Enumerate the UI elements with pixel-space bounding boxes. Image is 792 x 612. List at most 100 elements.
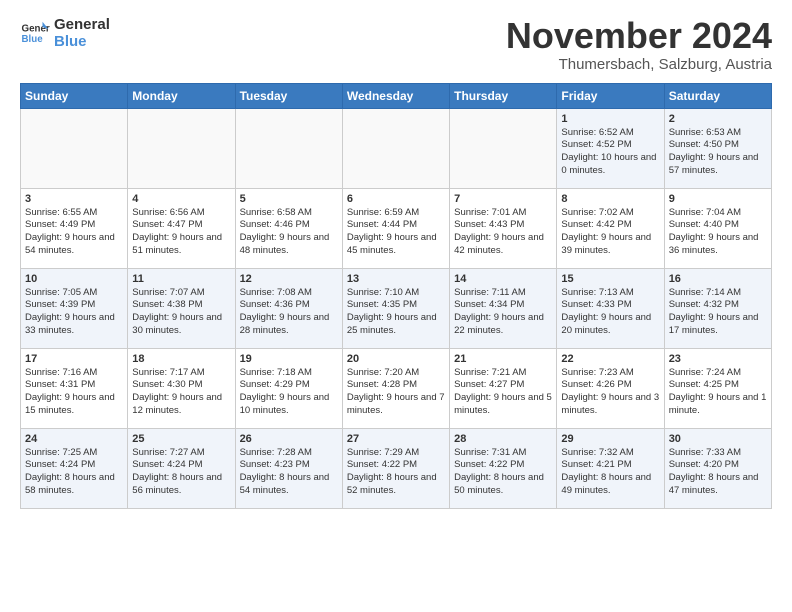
page: General Blue General Blue November 2024 … [0, 0, 792, 519]
day-number: 24 [25, 433, 123, 445]
day-info: Sunrise: 7:10 AM Sunset: 4:35 PM Dayligh… [347, 287, 445, 338]
header-cell-tuesday: Tuesday [235, 83, 342, 108]
day-number: 16 [669, 273, 767, 285]
day-cell: 21 Sunrise: 7:21 AM Sunset: 4:27 PM Dayli… [450, 348, 557, 428]
day-cell: 30 Sunrise: 7:33 AM Sunset: 4:20 PM Dayli… [664, 428, 771, 508]
day-number: 11 [132, 273, 230, 285]
day-cell: 20Sunrise: 7:20 AM Sunset: 4:28 PM Dayli… [342, 348, 449, 428]
day-number: 22 [561, 353, 659, 365]
week-row-3: 10Sunrise: 7:05 AM Sunset: 4:39 PM Dayli… [21, 268, 772, 348]
day-cell: 10Sunrise: 7:05 AM Sunset: 4:39 PM Dayli… [21, 268, 128, 348]
day-cell: 27 Sunrise: 7:29 AM Sunset: 4:22 PM Dayli… [342, 428, 449, 508]
day-info: Sunrise: 7:32 AM Sunset: 4:21 PM Dayligh… [561, 447, 659, 498]
calendar-body: 1 Sunrise: 6:52 AM Sunset: 4:52 PM Daylig… [21, 108, 772, 508]
day-cell: 29 Sunrise: 7:32 AM Sunset: 4:21 PM Dayli… [557, 428, 664, 508]
day-cell: 11 Sunrise: 7:07 AM Sunset: 4:38 PM Dayli… [128, 268, 235, 348]
day-info: Sunrise: 7:28 AM Sunset: 4:23 PM Dayligh… [240, 447, 338, 498]
day-cell: 16 Sunrise: 7:14 AM Sunset: 4:32 PM Dayli… [664, 268, 771, 348]
day-cell [235, 108, 342, 188]
day-info: Sunrise: 7:14 AM Sunset: 4:32 PM Dayligh… [669, 287, 767, 338]
day-info: Sunrise: 7:18 AM Sunset: 4:29 PM Dayligh… [240, 367, 338, 418]
day-number: 2 [669, 113, 767, 125]
day-cell: 25Sunrise: 7:27 AM Sunset: 4:24 PM Dayli… [128, 428, 235, 508]
day-info: Sunrise: 7:20 AM Sunset: 4:28 PM Dayligh… [347, 367, 445, 418]
day-info: Sunrise: 7:07 AM Sunset: 4:38 PM Dayligh… [132, 287, 230, 338]
header-cell-monday: Monday [128, 83, 235, 108]
day-cell: 3Sunrise: 6:55 AM Sunset: 4:49 PM Daylig… [21, 188, 128, 268]
day-number: 1 [561, 113, 659, 125]
day-number: 8 [561, 193, 659, 205]
day-cell: 19 Sunrise: 7:18 AM Sunset: 4:29 PM Dayli… [235, 348, 342, 428]
day-number: 17 [25, 353, 123, 365]
day-info: Sunrise: 7:24 AM Sunset: 4:25 PM Dayligh… [669, 367, 767, 418]
week-row-2: 3Sunrise: 6:55 AM Sunset: 4:49 PM Daylig… [21, 188, 772, 268]
day-number: 29 [561, 433, 659, 445]
logo-line1: General [54, 16, 110, 33]
day-number: 4 [132, 193, 230, 205]
day-info: Sunrise: 7:17 AM Sunset: 4:30 PM Dayligh… [132, 367, 230, 418]
day-cell: 2 Sunrise: 6:53 AM Sunset: 4:50 PM Daylig… [664, 108, 771, 188]
day-info: Sunrise: 7:05 AM Sunset: 4:39 PM Dayligh… [25, 287, 123, 338]
day-number: 25 [132, 433, 230, 445]
day-cell: 18 Sunrise: 7:17 AM Sunset: 4:30 PM Dayli… [128, 348, 235, 428]
day-cell: 1 Sunrise: 6:52 AM Sunset: 4:52 PM Daylig… [557, 108, 664, 188]
day-cell: 8 Sunrise: 7:02 AM Sunset: 4:42 PM Daylig… [557, 188, 664, 268]
logo-icon: General Blue [20, 18, 50, 48]
day-info: Sunrise: 7:21 AM Sunset: 4:27 PM Dayligh… [454, 367, 552, 418]
day-number: 28 [454, 433, 552, 445]
day-number: 7 [454, 193, 552, 205]
day-number: 12 [240, 273, 338, 285]
day-number: 27 [347, 433, 445, 445]
day-number: 6 [347, 193, 445, 205]
day-number: 21 [454, 353, 552, 365]
day-info: Sunrise: 6:58 AM Sunset: 4:46 PM Dayligh… [240, 207, 338, 258]
main-title: November 2024 [506, 16, 772, 56]
day-cell: 14Sunrise: 7:11 AM Sunset: 4:34 PM Dayli… [450, 268, 557, 348]
title-section: November 2024 Thumersbach, Salzburg, Aus… [506, 16, 772, 73]
header-cell-sunday: Sunday [21, 83, 128, 108]
day-info: Sunrise: 6:56 AM Sunset: 4:47 PM Dayligh… [132, 207, 230, 258]
header-row: SundayMondayTuesdayWednesdayThursdayFrid… [21, 83, 772, 108]
header-cell-saturday: Saturday [664, 83, 771, 108]
day-number: 15 [561, 273, 659, 285]
day-info: Sunrise: 7:31 AM Sunset: 4:22 PM Dayligh… [454, 447, 552, 498]
calendar-table: SundayMondayTuesdayWednesdayThursdayFrid… [20, 83, 772, 509]
day-number: 23 [669, 353, 767, 365]
day-info: Sunrise: 6:52 AM Sunset: 4:52 PM Dayligh… [561, 127, 659, 178]
day-cell: 5Sunrise: 6:58 AM Sunset: 4:46 PM Daylig… [235, 188, 342, 268]
day-info: Sunrise: 6:55 AM Sunset: 4:49 PM Dayligh… [25, 207, 123, 258]
day-cell: 15 Sunrise: 7:13 AM Sunset: 4:33 PM Dayli… [557, 268, 664, 348]
week-row-4: 17 Sunrise: 7:16 AM Sunset: 4:31 PM Dayli… [21, 348, 772, 428]
svg-text:Blue: Blue [22, 34, 44, 45]
day-cell: 24Sunrise: 7:25 AM Sunset: 4:24 PM Dayli… [21, 428, 128, 508]
day-cell: 6 Sunrise: 6:59 AM Sunset: 4:44 PM Daylig… [342, 188, 449, 268]
day-info: Sunrise: 6:53 AM Sunset: 4:50 PM Dayligh… [669, 127, 767, 178]
day-info: Sunrise: 6:59 AM Sunset: 4:44 PM Dayligh… [347, 207, 445, 258]
day-cell [21, 108, 128, 188]
day-info: Sunrise: 7:02 AM Sunset: 4:42 PM Dayligh… [561, 207, 659, 258]
day-cell [450, 108, 557, 188]
day-cell: 4 Sunrise: 6:56 AM Sunset: 4:47 PM Daylig… [128, 188, 235, 268]
day-number: 9 [669, 193, 767, 205]
header-cell-friday: Friday [557, 83, 664, 108]
day-cell: 28 Sunrise: 7:31 AM Sunset: 4:22 PM Dayli… [450, 428, 557, 508]
day-number: 18 [132, 353, 230, 365]
header-cell-thursday: Thursday [450, 83, 557, 108]
day-info: Sunrise: 7:08 AM Sunset: 4:36 PM Dayligh… [240, 287, 338, 338]
day-number: 30 [669, 433, 767, 445]
subtitle: Thumersbach, Salzburg, Austria [506, 56, 772, 73]
day-number: 19 [240, 353, 338, 365]
day-cell: 22Sunrise: 7:23 AM Sunset: 4:26 PM Dayli… [557, 348, 664, 428]
week-row-1: 1 Sunrise: 6:52 AM Sunset: 4:52 PM Daylig… [21, 108, 772, 188]
day-cell: 9Sunrise: 7:04 AM Sunset: 4:40 PM Daylig… [664, 188, 771, 268]
day-info: Sunrise: 7:11 AM Sunset: 4:34 PM Dayligh… [454, 287, 552, 338]
header-cell-wednesday: Wednesday [342, 83, 449, 108]
day-cell: 17 Sunrise: 7:16 AM Sunset: 4:31 PM Dayli… [21, 348, 128, 428]
day-info: Sunrise: 7:29 AM Sunset: 4:22 PM Dayligh… [347, 447, 445, 498]
day-info: Sunrise: 7:13 AM Sunset: 4:33 PM Dayligh… [561, 287, 659, 338]
day-info: Sunrise: 7:16 AM Sunset: 4:31 PM Dayligh… [25, 367, 123, 418]
calendar-header: SundayMondayTuesdayWednesdayThursdayFrid… [21, 83, 772, 108]
day-cell: 7Sunrise: 7:01 AM Sunset: 4:43 PM Daylig… [450, 188, 557, 268]
day-info: Sunrise: 7:33 AM Sunset: 4:20 PM Dayligh… [669, 447, 767, 498]
day-cell: 13Sunrise: 7:10 AM Sunset: 4:35 PM Dayli… [342, 268, 449, 348]
